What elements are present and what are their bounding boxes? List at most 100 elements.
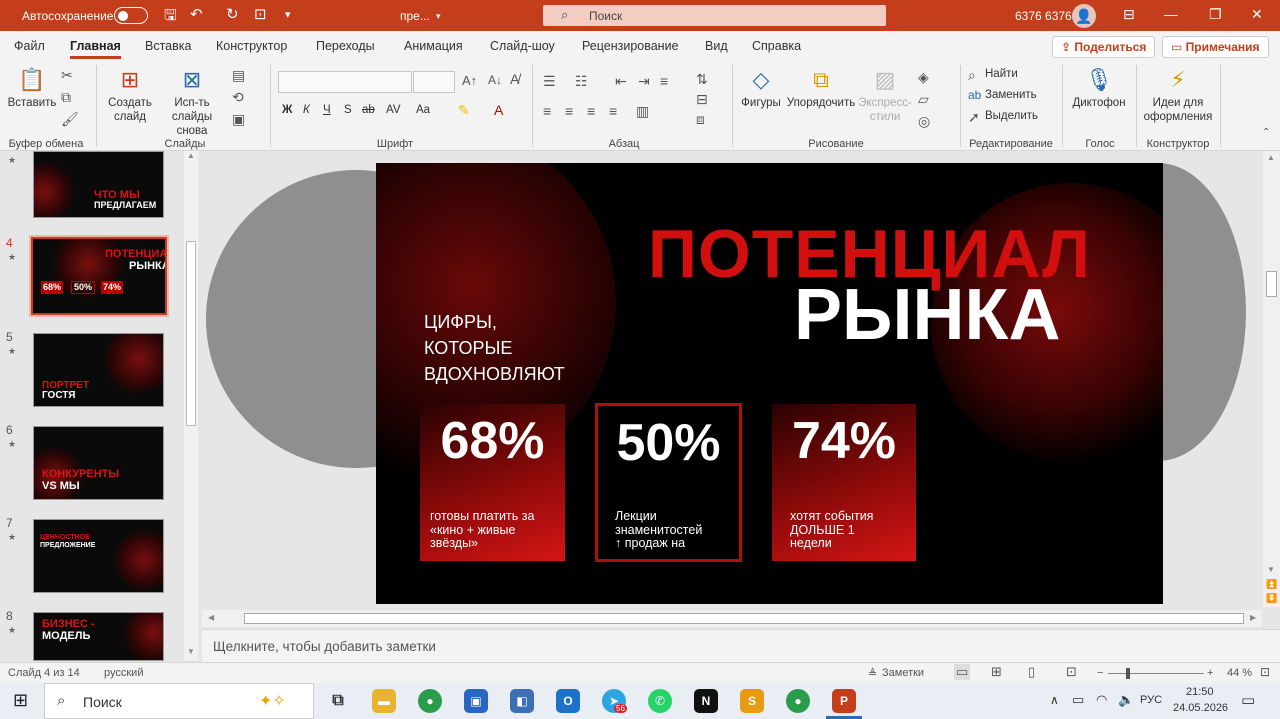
fit-to-window-icon[interactable]: ⊡	[1260, 665, 1270, 679]
slide-4[interactable]: ПОТЕНЦИАЛ РЫНКА ЦИФРЫ, КОТОРЫЕ ВДОХНОВЛЯ…	[376, 163, 1163, 604]
bold-button[interactable]: Ж	[282, 104, 292, 116]
tab-insert[interactable]: Вставка	[145, 39, 191, 53]
zoom-slider[interactable]	[1108, 673, 1204, 674]
designer-button[interactable]: ⚡ Идеи для оформления	[1140, 67, 1216, 124]
sublime-icon[interactable]: S	[740, 689, 764, 713]
strikethrough-icon[interactable]: ab	[362, 104, 375, 116]
search-box[interactable]: ⌕ Поиск	[543, 5, 886, 26]
italic-button[interactable]: К	[303, 104, 310, 116]
user-name[interactable]: 6376 6376	[1015, 9, 1072, 23]
copy-icon[interactable]: ⧉	[61, 89, 71, 106]
share-button[interactable]: ⇪ Поделиться	[1052, 36, 1156, 58]
zoom-out-icon[interactable]: −	[1097, 667, 1103, 679]
clock-time[interactable]: 21:50	[1186, 686, 1214, 698]
volume-icon[interactable]: 🔈	[1118, 692, 1134, 708]
font-color-icon[interactable]: A	[494, 102, 503, 118]
replace-button[interactable]: Заменить	[985, 89, 1037, 101]
text-direction-icon[interactable]: ⇅	[696, 71, 708, 88]
grow-font-icon[interactable]: A↑	[462, 73, 477, 88]
input-language[interactable]: РУС	[1140, 694, 1162, 706]
horizontal-scroll-thumb[interactable]	[244, 613, 1244, 624]
tab-review[interactable]: Рецензирование	[582, 39, 679, 53]
tab-view[interactable]: Вид	[705, 39, 728, 53]
ribbon-display-icon[interactable]: ⊟	[1123, 6, 1135, 23]
slide-thumbnail-4[interactable]: ПОТЕНЦИАЛ РЫНКА 68% 50% 74%	[29, 235, 169, 317]
slide-thumbnail-6[interactable]: КОНКУРЕНТЫ VS МЫ	[33, 426, 164, 500]
spacing-icon[interactable]: AV	[386, 104, 401, 116]
app-icon[interactable]: ◧	[510, 689, 534, 713]
maximize-icon[interactable]: ❐	[1209, 6, 1222, 23]
slide-thumbnail-5[interactable]: ПОРТРЕТ ГОСТЯ	[33, 333, 164, 407]
stat-card-1[interactable]: 68% готовы платить за «кино + живые звёз…	[420, 404, 565, 561]
zoom-level[interactable]: 44 %	[1227, 667, 1252, 679]
notifications-icon[interactable]: ▭	[1241, 691, 1255, 709]
arrange-button[interactable]: ⧉ Упорядочить	[786, 67, 856, 110]
language-indicator[interactable]: русский	[104, 667, 143, 679]
minimize-icon[interactable]: —	[1164, 6, 1178, 22]
tab-help[interactable]: Справка	[752, 39, 801, 53]
editor-horizontal-scrollbar[interactable]: ◀ ▶	[202, 610, 1262, 627]
slide-thumbnail-7[interactable]: ЦЕННОСТНОЕ ПРЕДЛОЖЕНИЕ	[33, 519, 164, 593]
comments-button[interactable]: ▭ Примечания	[1162, 36, 1269, 58]
chrome-profile-icon[interactable]: ●	[786, 689, 810, 713]
align-center-icon[interactable]: ≡	[565, 103, 573, 119]
select-button[interactable]: Выделить	[985, 110, 1038, 122]
align-text-icon[interactable]: ⊟	[696, 91, 708, 108]
tab-animations[interactable]: Анимация	[404, 39, 463, 53]
task-view-icon[interactable]: ⧉	[326, 689, 350, 713]
tab-slideshow[interactable]: Слайд-шоу	[490, 39, 555, 53]
smartart-icon[interactable]: ⧈	[696, 111, 705, 128]
format-painter-icon[interactable]: 🖌	[61, 111, 79, 128]
close-icon[interactable]: ✕	[1251, 6, 1263, 23]
whatsapp-icon[interactable]: ✆	[648, 689, 672, 713]
battery-icon[interactable]: ▭	[1072, 692, 1084, 708]
save-icon[interactable]: 🖫	[164, 5, 177, 30]
wifi-icon[interactable]: ◠	[1096, 692, 1107, 708]
reset-icon[interactable]: ⟲	[232, 89, 244, 106]
collapse-ribbon-icon[interactable]: ⌃	[1262, 127, 1270, 138]
thumbnails-scroll-thumb[interactable]	[186, 241, 196, 426]
dictate-button[interactable]: 🎙 Диктофон	[1068, 67, 1130, 110]
normal-view-icon[interactable]: ▭	[954, 664, 971, 680]
windows-start-icon[interactable]: ⊞	[13, 690, 28, 711]
file-explorer-icon[interactable]: ▬	[372, 689, 396, 713]
columns-icon[interactable]: ▥	[636, 103, 649, 120]
zoom-slider-thumb[interactable]	[1126, 668, 1130, 679]
slide-thumbnail-8[interactable]: БИЗНЕС - МОДЕЛЬ	[33, 612, 164, 661]
shape-fill-icon[interactable]: ◈	[918, 69, 929, 86]
justify-icon[interactable]: ≡	[609, 103, 617, 119]
slide-sorter-icon[interactable]: ⊞	[991, 664, 1002, 680]
bullets-icon[interactable]: ☰	[543, 73, 556, 90]
notes-pane[interactable]: Щелкните, чтобы добавить заметки	[202, 629, 1280, 662]
font-family-select[interactable]	[278, 71, 412, 93]
customize-quick-access-icon[interactable]: ▾	[285, 8, 291, 21]
reuse-slides-button[interactable]: ⊠ Исп-ть слайды снова	[158, 67, 226, 138]
tab-home[interactable]: Главная	[70, 39, 121, 59]
stat-card-3[interactable]: 74% хотят события ДОЛЬШЕ 1 недели	[772, 404, 916, 561]
redo-icon[interactable]: ↻	[226, 5, 239, 23]
indent-increase-icon[interactable]: ⇥	[638, 73, 650, 90]
scroll-up-icon[interactable]: ▲	[187, 151, 195, 160]
notes-placeholder[interactable]: Щелкните, чтобы добавить заметки	[213, 639, 436, 654]
slide-thumbnail-3[interactable]: ЧТО МЫ ПРЕДЛАГАЕМ	[33, 151, 164, 218]
show-hidden-icons[interactable]: ∧	[1050, 693, 1059, 707]
align-left-icon[interactable]: ≡	[543, 103, 551, 119]
autosave-toggle[interactable]	[114, 7, 148, 24]
tab-file[interactable]: Файл	[14, 39, 45, 53]
cut-icon[interactable]: ✂	[61, 67, 73, 84]
powerpoint-icon[interactable]: P	[832, 689, 856, 713]
section-icon[interactable]: ▣	[232, 111, 245, 128]
taskbar-search[interactable]: ⌕ Поиск ✦✧	[44, 683, 314, 719]
underline-button[interactable]: Ч	[323, 104, 331, 116]
next-slide-icon[interactable]: ⏬	[1266, 593, 1277, 604]
tab-design[interactable]: Конструктор	[216, 39, 287, 53]
reading-view-icon[interactable]: ▯	[1028, 664, 1035, 680]
shape-effects-icon[interactable]: ◎	[918, 113, 930, 130]
highlight-icon[interactable]: ✎	[458, 102, 470, 119]
align-right-icon[interactable]: ≡	[587, 103, 595, 119]
undo-icon[interactable]: ↶	[190, 5, 203, 23]
scroll-left-icon[interactable]: ◀	[208, 613, 214, 622]
avatar[interactable]: 👤	[1072, 4, 1096, 28]
tab-transitions[interactable]: Переходы	[316, 39, 375, 53]
find-button[interactable]: Найти	[985, 68, 1018, 80]
